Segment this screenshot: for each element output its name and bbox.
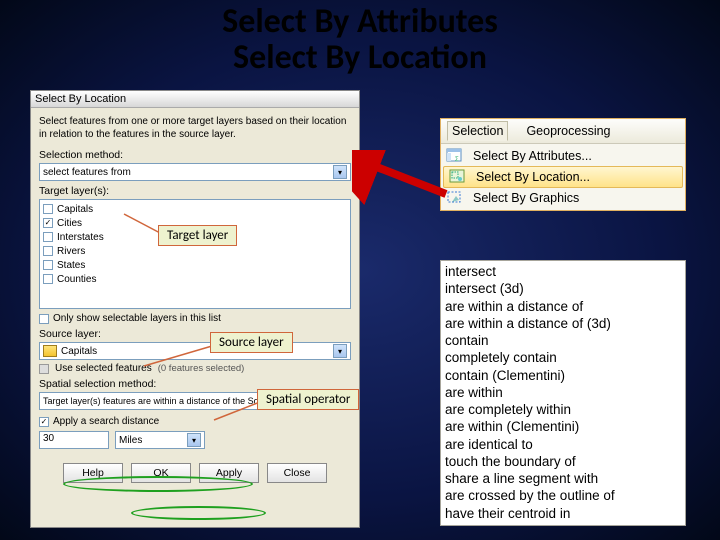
- layer-row[interactable]: States: [43, 258, 347, 272]
- layer-label: Interstates: [57, 232, 104, 243]
- selection-method-label: Selection method:: [39, 149, 351, 161]
- selection-menu: Selection Geoprocessing Σ Select By Attr…: [440, 118, 686, 211]
- list-item[interactable]: contain: [445, 332, 681, 349]
- checkbox[interactable]: [43, 260, 53, 270]
- source-layer-combo[interactable]: Capitals ▾: [39, 342, 351, 360]
- dialog-titlebar: Select By Location: [31, 91, 359, 108]
- chevron-down-icon: ▾: [187, 433, 201, 447]
- select-by-location-dialog: Select By Location Select features from …: [30, 90, 360, 528]
- tab-geoprocessing[interactable]: Geoprocessing: [522, 122, 614, 140]
- distance-input[interactable]: 30: [39, 431, 109, 449]
- apply-button[interactable]: Apply: [199, 463, 259, 483]
- layer-label: Capitals: [57, 204, 93, 215]
- checkbox[interactable]: [39, 417, 49, 427]
- dialog-title-text: Select By Location: [35, 93, 126, 105]
- callout-source-layer: Source layer: [210, 332, 293, 353]
- title-line-1: Select By Attributes: [0, 4, 720, 40]
- callout-target-layer: Target layer: [158, 225, 237, 246]
- list-item[interactable]: are identical to: [445, 436, 681, 453]
- title-line-2: Select By Location: [0, 40, 720, 76]
- layer-row[interactable]: Capitals: [43, 202, 347, 216]
- list-item[interactable]: share a line segment with: [445, 470, 681, 487]
- list-item[interactable]: completely contain: [445, 349, 681, 366]
- list-item[interactable]: intersect: [445, 263, 681, 280]
- layer-row[interactable]: Rivers: [43, 244, 347, 258]
- list-item[interactable]: are completely within: [445, 401, 681, 418]
- tab-selection[interactable]: Selection: [447, 121, 508, 141]
- list-item[interactable]: are within: [445, 384, 681, 401]
- help-button[interactable]: Help: [63, 463, 123, 483]
- use-selected-info: (0 features selected): [158, 363, 245, 374]
- list-item[interactable]: contain (Clementini): [445, 367, 681, 384]
- layer-label: Rivers: [57, 246, 85, 257]
- only-selectable-row[interactable]: Only show selectable layers in this list: [39, 313, 351, 324]
- target-layers-list[interactable]: Capitals Cities Interstates Rivers State…: [39, 199, 351, 309]
- highlight-oval: [131, 506, 266, 520]
- checkbox[interactable]: [43, 204, 53, 214]
- menu-item-select-by-attributes[interactable]: Σ Select By Attributes...: [441, 146, 685, 166]
- svg-text:Σ: Σ: [455, 157, 459, 163]
- list-item[interactable]: intersect (3d): [445, 280, 681, 297]
- checkbox[interactable]: [43, 246, 53, 256]
- target-layers-label: Target layer(s):: [39, 185, 351, 197]
- layer-label: Cities: [57, 218, 82, 229]
- list-item[interactable]: are within a distance of: [445, 298, 681, 315]
- checkbox[interactable]: [43, 274, 53, 284]
- menu-item-select-by-location[interactable]: Select By Location...: [443, 166, 683, 188]
- list-item[interactable]: touch the boundary of: [445, 453, 681, 470]
- slide-title: Select By Attributes Select By Location: [0, 4, 720, 75]
- table-sql-icon: Σ: [445, 147, 465, 165]
- checkbox[interactable]: [43, 218, 53, 228]
- distance-unit-combo[interactable]: Miles ▾: [115, 431, 205, 449]
- dialog-description: Select features from one or more target …: [39, 116, 351, 141]
- menu-item-label: Select By Graphics: [473, 191, 579, 205]
- callout-spatial-operator: Spatial operator: [257, 389, 359, 410]
- map-select-icon: [448, 168, 468, 186]
- selection-method-value: select features from: [43, 167, 131, 178]
- layer-label: Counties: [57, 274, 96, 285]
- menu-item-select-by-graphics[interactable]: Select By Graphics: [441, 188, 685, 208]
- source-layer-label: Source layer:: [39, 328, 351, 340]
- apply-distance-label: Apply a search distance: [53, 416, 159, 427]
- distance-unit-value: Miles: [119, 435, 142, 446]
- ok-button[interactable]: OK: [131, 463, 191, 483]
- spatial-operator-list[interactable]: intersect intersect (3d) are within a di…: [440, 260, 686, 526]
- checkbox[interactable]: [39, 314, 49, 324]
- selection-method-combo[interactable]: select features from ▾: [39, 163, 351, 181]
- menu-item-label: Select By Attributes...: [473, 149, 592, 163]
- red-arrow-icon: [352, 150, 452, 206]
- checkbox[interactable]: [43, 232, 53, 242]
- apply-distance-row[interactable]: Apply a search distance: [39, 416, 351, 427]
- chevron-down-icon: ▾: [333, 165, 347, 179]
- layer-row[interactable]: Counties: [43, 272, 347, 286]
- layer-icon: [43, 345, 57, 357]
- list-item[interactable]: are within a distance of (3d): [445, 315, 681, 332]
- chevron-down-icon: ▾: [333, 344, 347, 358]
- only-selectable-label: Only show selectable layers in this list: [53, 313, 221, 324]
- source-layer-value: Capitals: [61, 346, 97, 357]
- graphics-select-icon: [445, 189, 465, 207]
- list-item[interactable]: are within (Clementini): [445, 418, 681, 435]
- layer-label: States: [57, 260, 85, 271]
- close-button[interactable]: Close: [267, 463, 327, 483]
- list-item[interactable]: have their centroid in: [445, 505, 681, 522]
- use-selected-label: Use selected features: [55, 363, 152, 374]
- checkbox-disabled: [39, 364, 49, 374]
- list-item[interactable]: are crossed by the outline of: [445, 487, 681, 504]
- menu-item-label: Select By Location...: [476, 170, 590, 184]
